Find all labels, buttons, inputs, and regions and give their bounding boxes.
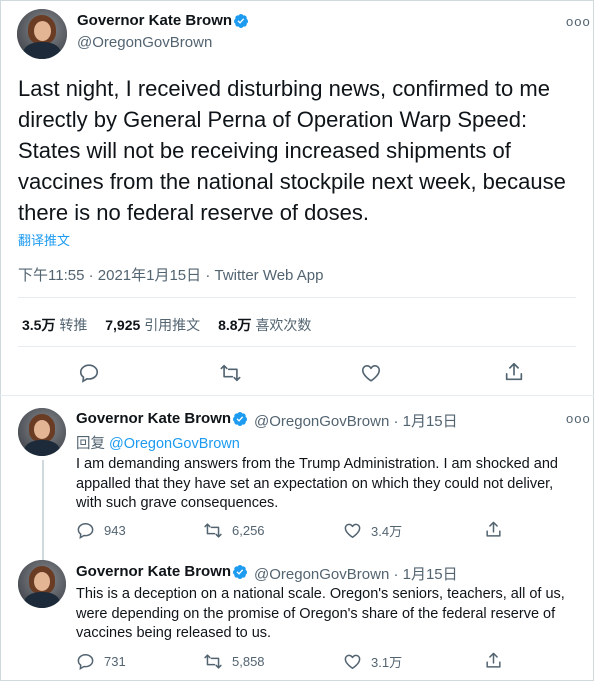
author-name[interactable]: Governor Kate Brown (76, 563, 231, 580)
tweet-handle-and-date[interactable]: @OregonGovBrown · 1月15日 (254, 410, 458, 431)
author-handle[interactable]: @OregonGovBrown (77, 34, 212, 51)
reply-count: 943 (104, 523, 126, 538)
divider (18, 297, 576, 298)
more-options-icon[interactable]: ooo (566, 14, 591, 29)
like-button[interactable]: 3.1万 (343, 652, 402, 671)
like-button[interactable]: 3.4万 (343, 521, 402, 540)
tweet-stats: 3.5万 转推 7,925 引用推文 8.8万 喜欢次数 (22, 315, 311, 335)
reply-to-handle-link[interactable]: @OregonGovBrown (109, 436, 240, 452)
share-icon (486, 521, 501, 537)
retweet-button[interactable]: 5,858 (203, 652, 265, 671)
reply-icon (79, 364, 99, 383)
tweet-text: I am demanding answers from the Trump Ad… (76, 456, 558, 511)
avatar[interactable] (18, 560, 66, 608)
reply-button[interactable]: 731 (76, 652, 126, 671)
reply-icon (77, 654, 94, 671)
retweet-button[interactable]: 6,256 (203, 521, 265, 540)
reply-button[interactable] (78, 362, 100, 384)
more-options-icon[interactable]: ooo (566, 411, 591, 426)
like-icon (344, 654, 361, 669)
like-count: 3.1万 (371, 655, 403, 670)
avatar[interactable] (18, 408, 66, 456)
share-icon (505, 362, 523, 381)
retweet-count: 6,256 (232, 523, 265, 538)
like-button[interactable] (360, 362, 382, 384)
likes-stat[interactable]: 8.8万 喜欢次数 (218, 317, 311, 333)
main-tweet: Governor Kate Brown @OregonGovBrown ooo … (0, 0, 594, 396)
reply-button[interactable]: 943 (76, 521, 126, 540)
replying-to: 回复 @OregonGovBrown (76, 436, 240, 452)
divider (18, 346, 576, 347)
share-icon (486, 652, 501, 668)
avatar[interactable] (17, 9, 67, 59)
retweets-stat[interactable]: 3.5万 转推 (22, 317, 87, 333)
translate-tweet-link[interactable]: 翻译推文 (18, 230, 70, 249)
reply-icon (77, 523, 94, 540)
tweet-text: Last night, I received disturbing news, … (18, 76, 566, 225)
retweet-button[interactable] (219, 362, 242, 384)
retweet-icon (220, 364, 241, 382)
share-button[interactable] (503, 361, 525, 383)
quotes-stat[interactable]: 7,925 引用推文 (105, 317, 200, 333)
verified-badge-icon (233, 565, 248, 579)
author-name[interactable]: Governor Kate Brown (77, 12, 232, 29)
verified-badge-icon (233, 412, 248, 426)
author-name[interactable]: Governor Kate Brown (76, 410, 231, 427)
share-button[interactable] (484, 651, 503, 670)
tweet-text: This is a deception on a national scale.… (76, 586, 565, 641)
thread-connector (42, 460, 44, 560)
tweet-timestamp[interactable]: 下午11:55 · 2021年1月15日 · Twitter Web App (18, 264, 323, 285)
share-button[interactable] (484, 520, 503, 539)
tweet-handle-and-date[interactable]: @OregonGovBrown · 1月15日 (254, 563, 458, 584)
like-icon (344, 523, 361, 538)
like-count: 3.4万 (371, 524, 403, 539)
verified-badge-icon (234, 14, 249, 28)
retweet-count: 5,858 (232, 654, 265, 669)
like-icon (361, 365, 381, 382)
retweet-icon (204, 654, 222, 669)
reply-count: 731 (104, 654, 126, 669)
retweet-icon (204, 523, 222, 538)
